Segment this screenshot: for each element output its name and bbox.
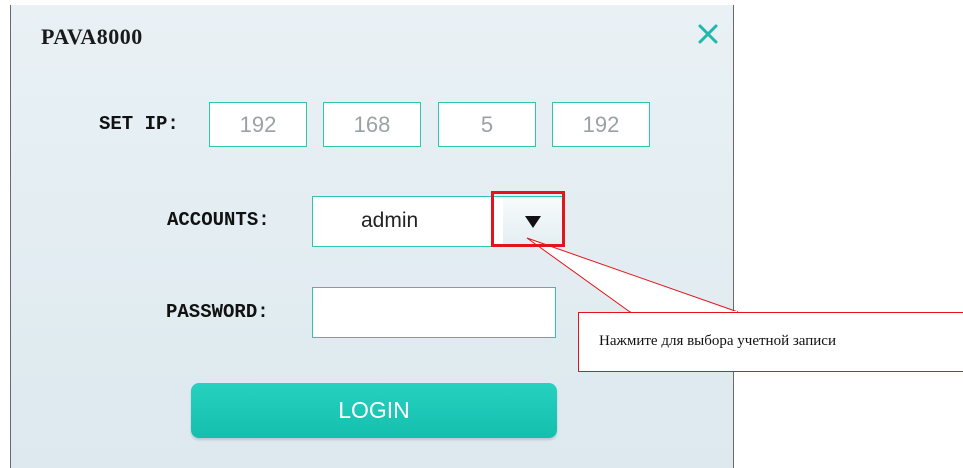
dropdown-highlight-box xyxy=(491,191,565,247)
annotation-callout: Нажмите для выбора учетной записи xyxy=(578,312,963,372)
annotation-text: Нажмите для выбора учетной записи xyxy=(599,333,836,349)
callout-pointer xyxy=(526,237,739,313)
